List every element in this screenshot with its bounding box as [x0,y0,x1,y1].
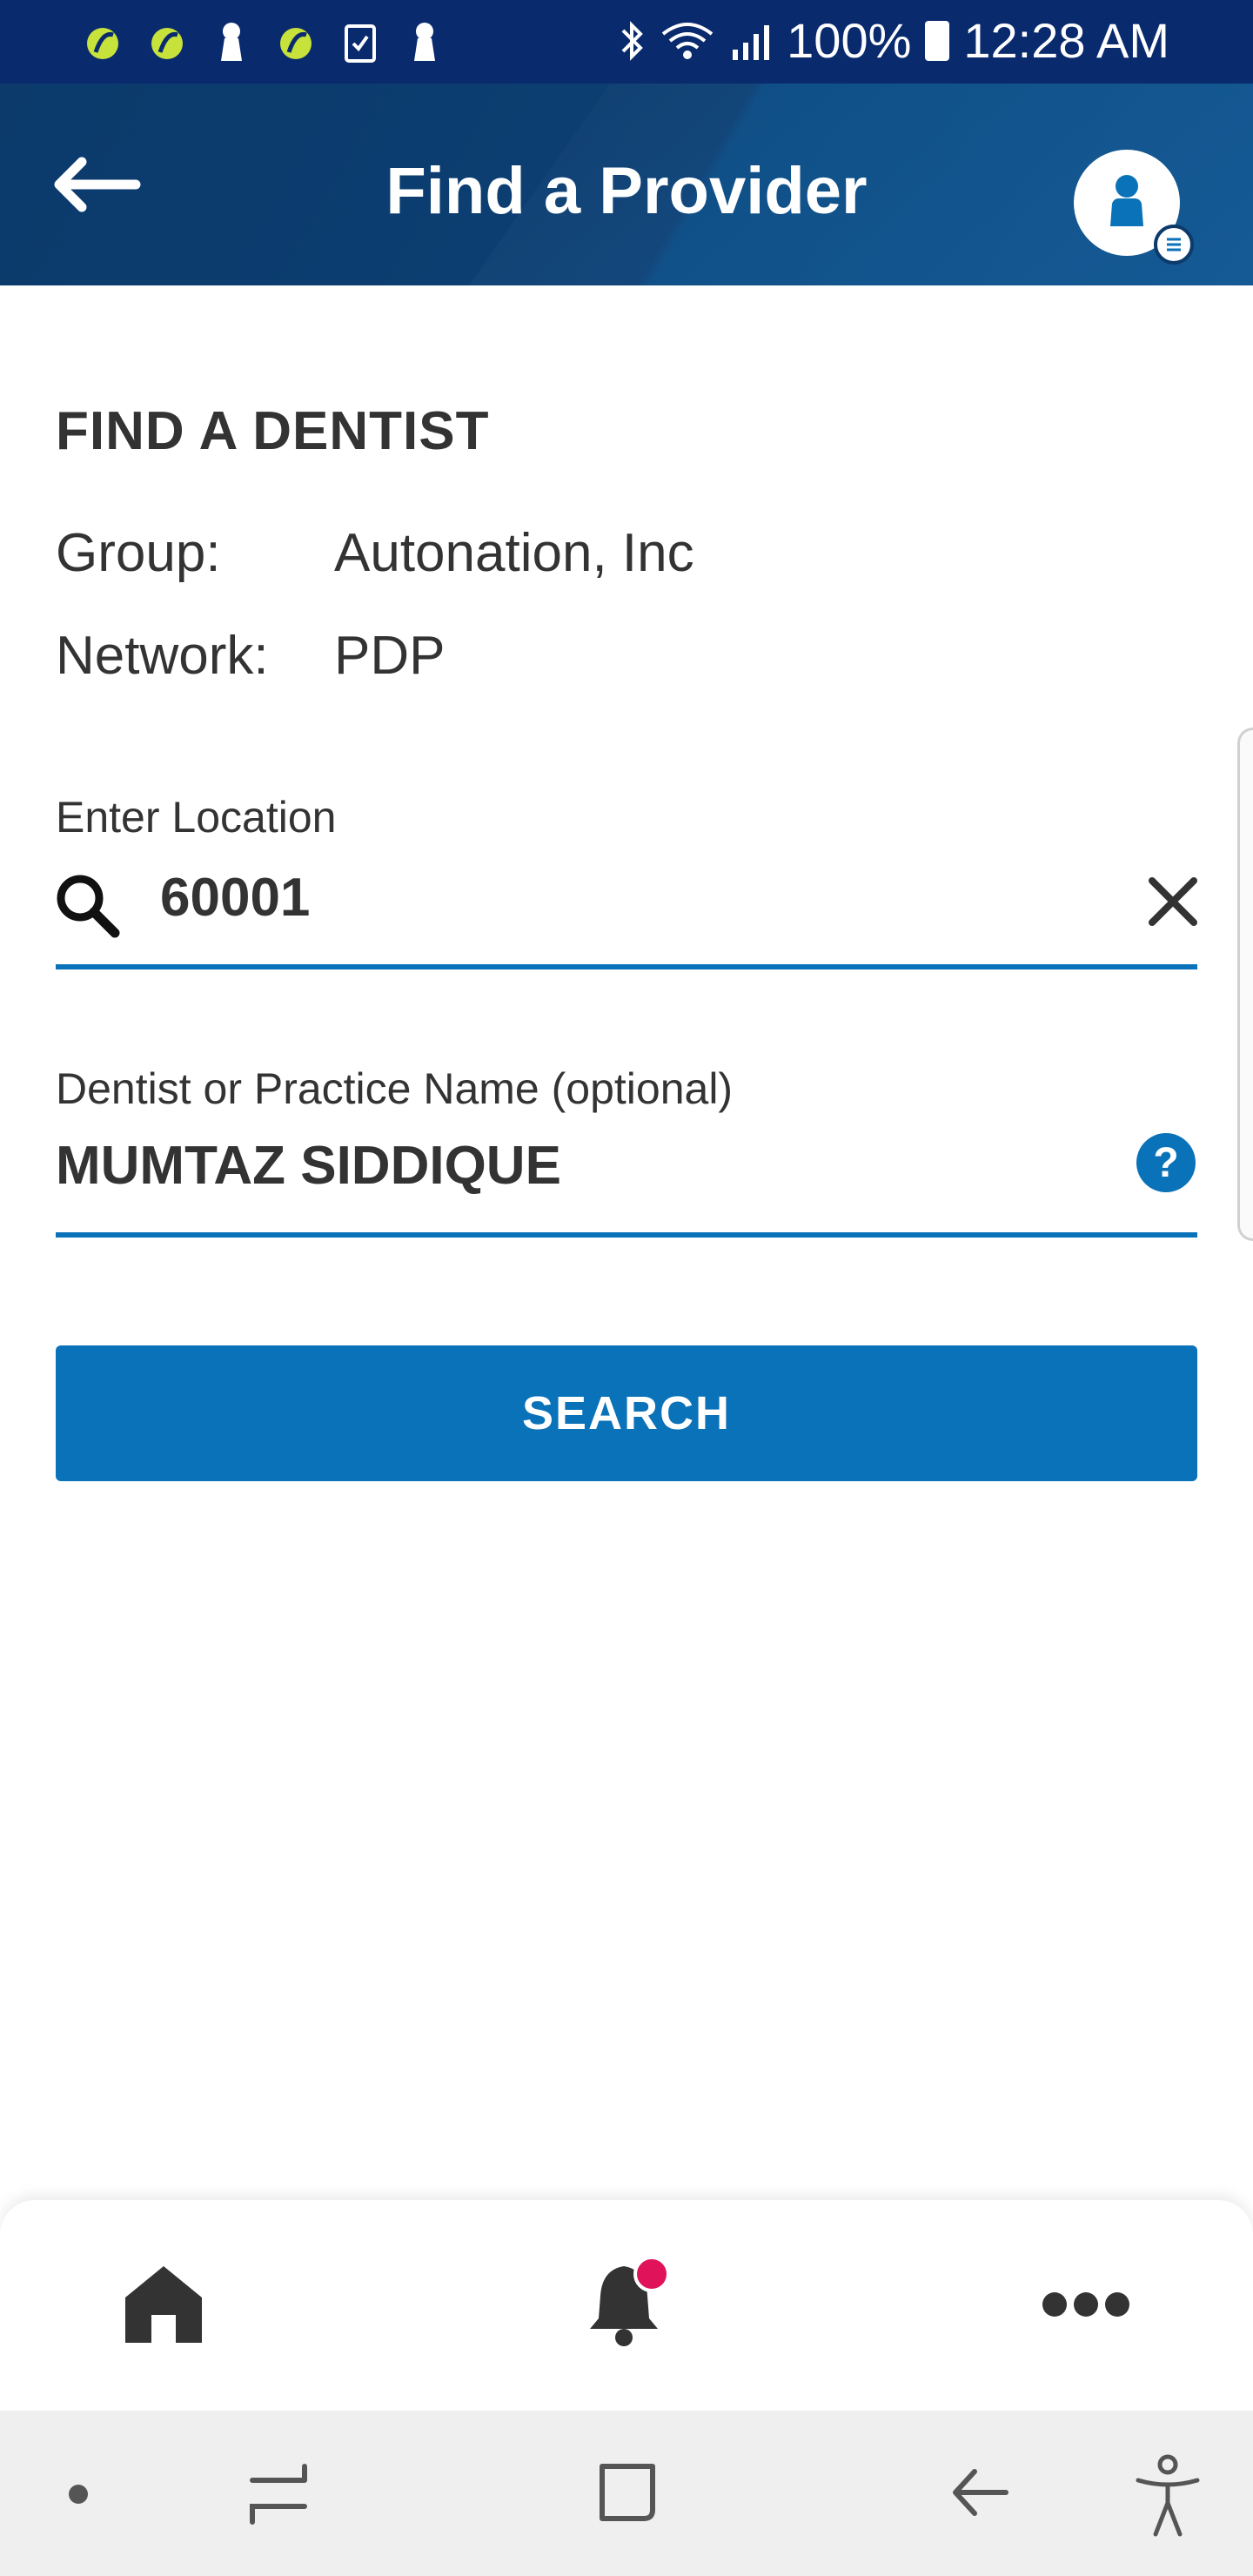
dentist-underline [56,1232,1197,1238]
notification-dot [633,2256,670,2292]
recent-apps-button[interactable] [244,2461,313,2532]
more-horizontal-icon [1042,2292,1129,2317]
home-icon [125,2266,202,2343]
back-system-button[interactable] [948,2459,1011,2530]
battery-icon [925,20,950,61]
leaf-icon [87,28,118,59]
keyhole-icon [414,23,435,61]
location-label: Enter Location [56,793,337,842]
bottom-nav [0,2200,1253,2411]
group-value: Autonation, Inc [334,523,694,583]
search-button[interactable]: SEARCH [56,1345,1197,1481]
accessibility-icon [1136,2454,1200,2537]
page-title: Find a Provider [385,154,868,228]
nav-home[interactable] [120,2259,207,2346]
signal-icon [733,24,770,60]
dentist-label: Dentist or Practice Name (optional) [56,1064,734,1113]
keyhole-icon [221,23,242,61]
clock: 12:28 AM [963,13,1169,68]
menu-badge-icon [1154,225,1194,265]
search-icon [57,875,120,938]
system-status: 100% 12:28 AM [618,12,1169,69]
dentist-name-input[interactable]: MUMTAZ SIDDIQUE [56,1135,561,1197]
nav-more[interactable] [1041,2287,1131,2322]
dot-icon [69,2485,88,2504]
leaf-icon [280,28,312,59]
close-icon[interactable] [1145,874,1201,929]
location-underline [56,964,1197,969]
app-header: Find a Provider [0,84,1253,285]
profile-avatar-button[interactable] [1074,150,1194,265]
leaf-icon [151,28,183,59]
svg-text:?: ? [1153,1140,1178,1186]
network-value: PDP [334,626,446,686]
wifi-icon [661,22,714,59]
dot-button[interactable] [68,2484,89,2509]
network-label: Network: [56,626,269,686]
section-title: FIND A DENTIST [56,401,490,461]
notification-icons [84,19,444,64]
accessibility-button[interactable] [1133,2454,1203,2542]
recent-apps-icon [250,2464,307,2525]
clipboard-check-icon [345,24,376,63]
location-input[interactable]: 60001 [160,867,310,929]
nav-notifications[interactable] [585,2256,672,2348]
back-arrow-icon [953,2469,1008,2516]
home-square-icon [600,2464,655,2521]
bluetooth-icon [621,20,643,61]
group-label: Group: [56,523,221,583]
battery-percentage: 100% [787,13,912,68]
side-drawer-handle[interactable] [1237,728,1253,1241]
status-bar: 100% 12:28 AM [0,0,1253,84]
system-nav-bar [0,2411,1253,2576]
question-circle-icon[interactable]: ? [1135,1131,1197,1194]
home-system-button[interactable] [597,2459,660,2530]
